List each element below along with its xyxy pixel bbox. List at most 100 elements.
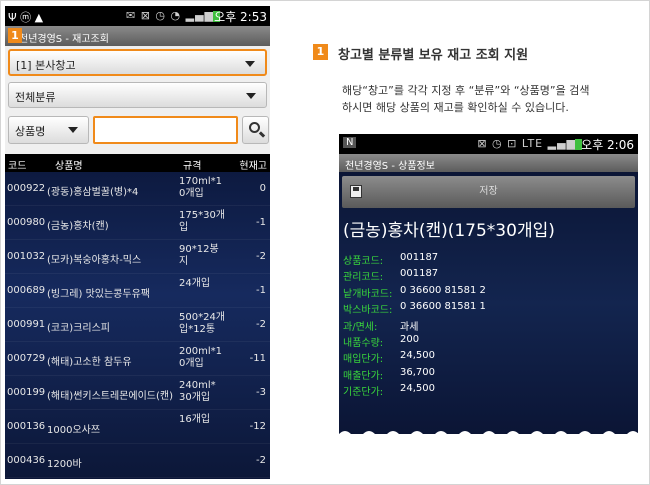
field-label: 박스바코드:	[343, 305, 393, 317]
search-type-select[interactable]: 상품명	[8, 116, 89, 144]
cell-name: (해태)썬키스트레몬에이드(캔)	[47, 391, 174, 402]
step-badge: 1	[313, 44, 328, 60]
search-input[interactable]	[93, 116, 238, 144]
product-fields: 상품코드: 001187 관리코드: 001187 낱개바코드: 0 36600 8158…	[343, 252, 633, 400]
field-value: 24,500	[400, 383, 435, 395]
cell-code: 000136	[7, 421, 46, 432]
cell-spec: 24개입	[179, 278, 211, 289]
field-row: 매출단가: 36,700	[343, 367, 633, 383]
cell-stock: -1	[256, 217, 266, 228]
cell-spec: 240ml* 30개입	[179, 380, 216, 403]
field-label: 낱개바코드:	[343, 288, 393, 300]
field-value: 200	[400, 333, 420, 345]
cell-stock: -3	[256, 387, 266, 398]
field-row: 내품수량: 200	[343, 334, 633, 350]
cell-code: 000436	[7, 455, 46, 466]
cell-spec: 500*24개 입*12통	[179, 312, 226, 335]
cell-code: 001032	[7, 251, 46, 262]
cell-spec: 200ml*1 0개입	[179, 346, 222, 369]
field-value: 0 36600 81581 1	[400, 301, 486, 313]
search-button[interactable]	[242, 116, 269, 144]
field-row: 낱개바코드: 0 36600 81581 2	[343, 285, 633, 301]
warehouse-select[interactable]: [1] 본사창고	[8, 49, 267, 76]
cell-spec: 90*12봉 지	[179, 244, 219, 267]
field-value: 과세	[400, 321, 419, 333]
section-description: 해당“창고”를 각각 지정 후 “분류”와 “상품명”을 검색 하시면 해당 상…	[342, 82, 642, 116]
cell-spec: 16개입	[179, 414, 211, 425]
product-detail: 저장 (금농)홍차(캔)(175*30개입) 상품코드: 001187 관리코드: 0…	[339, 172, 638, 434]
table-row[interactable]: 000991 (코코)크리스피 500*24개 입*12통 -2	[5, 308, 270, 342]
column-header-stock: 현재고	[239, 161, 267, 172]
field-label: 과/면세:	[343, 321, 378, 333]
field-value: 0 36600 81581 2	[400, 284, 486, 296]
category-select[interactable]: 전체분류	[8, 82, 267, 108]
cell-name: (금농)홍차(캔)	[47, 221, 109, 232]
table-row[interactable]: 001032 (모카)복숭아홍차-믹스 90*12봉 지 -2	[5, 240, 270, 274]
cell-stock: -2	[256, 251, 266, 262]
field-row: 박스바코드: 0 36600 81581 1	[343, 301, 633, 317]
field-label: 관리코드:	[343, 272, 384, 284]
field-label: 매출단가:	[343, 370, 384, 382]
table-row[interactable]: 000922 (광동)홍삼벌꿀(병)*4 170ml*1 0개입 0	[5, 172, 270, 206]
cell-spec: 175*30개 입	[179, 210, 226, 233]
field-label: 상품코드:	[343, 256, 384, 267]
table-row[interactable]: 000436 1200바 -2	[5, 444, 270, 478]
app-title: 천년경영S - 재고조회	[5, 26, 270, 46]
cell-stock: -2	[256, 455, 266, 466]
cell-name: (빙그레) 맛있는콩두유팩	[47, 289, 150, 300]
status-icons: ✉ ⊠ ◷ ◔ ▂▄▆	[126, 9, 214, 22]
save-button-label: 저장	[479, 186, 498, 197]
torn-edge-decoration	[339, 431, 638, 434]
field-row: 기준단가: 24,500	[343, 383, 633, 399]
field-row: 관리코드: 001187	[343, 268, 633, 284]
table-row[interactable]: 000729 (해태)고소한 참두유 200ml*1 0개입 -11	[5, 342, 270, 376]
field-value: 24,500	[400, 350, 435, 362]
table-header: 코드 상품명 규격 현재고	[5, 154, 270, 172]
cell-name: (모카)복숭아홍차-믹스	[47, 255, 142, 266]
inventory-list[interactable]: 000922 (광동)홍삼벌꿀(병)*4 170ml*1 0개입 0 000980 (금농…	[5, 172, 270, 479]
step-badge: 1	[8, 28, 22, 43]
chevron-down-icon	[246, 93, 256, 99]
column-header-spec: 규격	[183, 161, 202, 172]
cell-stock: -2	[256, 319, 266, 330]
cell-stock: -12	[249, 421, 266, 432]
save-button[interactable]: 저장	[342, 176, 635, 208]
cell-name: (코코)크리스피	[47, 323, 111, 334]
cell-stock: -11	[249, 353, 266, 364]
field-row: 과/면세: 과세	[343, 318, 633, 334]
search-icon	[249, 122, 260, 133]
cell-name: (광동)홍삼벌꿀(병)*4	[47, 187, 139, 198]
save-disk-icon	[350, 185, 362, 198]
category-select-value: 전체분류	[15, 91, 56, 104]
table-row[interactable]: 000136 1000오사쯔 16개입 -12	[5, 410, 270, 444]
section-title: 창고별 분류별 보유 재고 조회 지원	[338, 48, 529, 63]
field-value: 001187	[400, 268, 439, 280]
cell-code: 000199	[7, 387, 46, 398]
column-header-name: 상품명	[55, 161, 83, 172]
warehouse-select-value: [1] 본사창고	[16, 59, 76, 72]
field-row: 상품코드: 001187	[343, 252, 633, 268]
notification-icon: N	[343, 137, 357, 148]
field-label: 기준단가:	[343, 387, 384, 399]
cell-name: (해태)고소한 참두유	[47, 357, 132, 368]
status-time: 오후 2:06	[581, 138, 634, 152]
field-value: 36,700	[400, 366, 435, 378]
inventory-phone-screen: Ψ ⓜ ▲ ✉ ⊠ ◷ ◔ ▂▄▆ 오후 2:53 천년경영S - 재고조회 1…	[5, 6, 270, 479]
cell-code: 000980	[7, 217, 46, 228]
cell-name: 1000오사쯔	[47, 425, 101, 436]
cell-code: 000729	[7, 353, 46, 364]
status-time: 오후 2:53	[214, 10, 267, 24]
table-row[interactable]: 000689 (빙그레) 맛있는콩두유팩 24개입 -1	[5, 274, 270, 308]
cell-code: 000689	[7, 285, 46, 296]
column-header-code: 코드	[8, 161, 27, 172]
app-title: 천년경영S - 상품정보	[339, 154, 638, 172]
field-row: 매입단가: 24,500	[343, 350, 633, 366]
field-label: 매입단가:	[343, 354, 384, 366]
description-line: 하시면 해당 상품의 재고를 확인하실 수 있습니다.	[342, 101, 569, 114]
table-row[interactable]: 000199 (해태)썬키스트레몬에이드(캔) 240ml* 30개입 -3	[5, 376, 270, 410]
usb-icon: Ψ ⓜ ▲	[8, 11, 44, 24]
description-line: 해당“창고”를 각각 지정 후 “분류”와 “상품명”을 검색	[342, 84, 590, 97]
table-row[interactable]: 000980 (금농)홍차(캔) 175*30개 입 -1	[5, 206, 270, 240]
status-bar: Ψ ⓜ ▲ ✉ ⊠ ◷ ◔ ▂▄▆ 오후 2:53	[5, 6, 270, 26]
cell-code: 000991	[7, 319, 46, 330]
